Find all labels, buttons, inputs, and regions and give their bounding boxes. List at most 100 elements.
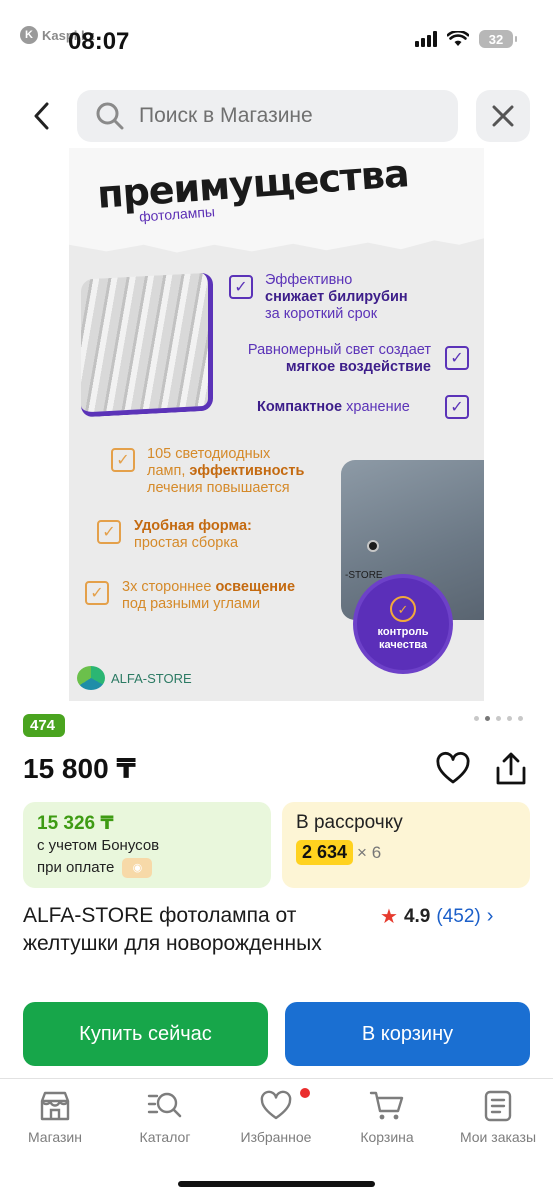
star-icon: ★ <box>380 906 398 928</box>
product-title: ALFA-STORE фотолампа от желтушки для нов… <box>23 904 322 955</box>
chevron-right-icon: › <box>486 905 494 927</box>
feature-3-bold: Компактное <box>257 399 343 415</box>
nav-item-cart[interactable]: Корзина <box>332 1089 442 1145</box>
feature-6-line-1b: освещение <box>215 579 296 595</box>
bonus-price: 15 326 ₸ <box>37 813 114 834</box>
badge-line-1: контроль <box>377 626 429 638</box>
status-time: 08:07 <box>68 28 130 55</box>
brand-leaf-icon <box>77 666 105 690</box>
heart-icon <box>260 1090 292 1120</box>
close-button[interactable] <box>476 90 530 142</box>
search-header <box>0 88 553 144</box>
bonus-line-1: с учетом Бонусов <box>37 837 160 854</box>
nav-item-favorites[interactable]: Избранное <box>221 1088 331 1145</box>
installment-times: × 6 <box>357 842 382 862</box>
back-button[interactable] <box>22 96 62 136</box>
installment-monthly: 2 634 <box>296 840 354 865</box>
product-image-carousel[interactable]: преимущества фотолампы ✓ Эффективно сниж… <box>69 148 484 701</box>
cart-icon <box>369 1091 404 1120</box>
feature-4: 105 светодиодных ламп, эффективность леч… <box>147 446 304 497</box>
carousel-dot[interactable] <box>507 716 512 721</box>
bonus-coin-icon: ◉ <box>122 858 153 879</box>
feature-4-line-2a: ламп, <box>147 463 186 479</box>
feature-5-line-1: Удобная форма: <box>134 518 252 534</box>
feature-1: Эффективно снижает билирубин за короткий… <box>265 272 408 323</box>
checkbox-icon: ✓ <box>111 448 135 472</box>
status-bar: K Kaspi.kz 08:07 32 <box>0 0 553 80</box>
feature-1-line-1: Эффективно <box>265 272 353 288</box>
brand-logo: ALFA-STORE <box>77 666 192 690</box>
product-price: 15 800 ₸ <box>23 753 136 784</box>
close-icon <box>492 105 514 127</box>
checkbox-icon: ✓ <box>97 520 121 544</box>
kaspi-logo-icon: K <box>20 26 38 44</box>
feature-4-line-3: лечения повышается <box>147 480 290 496</box>
feature-3-rest: хранение <box>346 399 410 415</box>
store-icon <box>40 1091 70 1121</box>
nav-label: Каталог <box>139 1129 191 1145</box>
points-value: 474 <box>30 717 56 734</box>
feature-6: 3х стороннее освещение под разными углам… <box>122 579 295 613</box>
chevron-left-icon <box>34 102 49 130</box>
share-icon <box>496 752 526 785</box>
feature-2-line-1: Равномерный свет создает <box>247 342 431 358</box>
checkbox-icon: ✓ <box>445 395 469 419</box>
search-input[interactable] <box>139 104 429 128</box>
lamp-panel-photo <box>81 272 213 418</box>
buy-now-button[interactable]: Купить сейчас <box>23 1002 268 1066</box>
bonus-points-badge: 474 <box>23 714 66 737</box>
bonus-price-card[interactable]: 15 326 ₸ с учетом Бонусов при оплате ◉ <box>23 802 271 888</box>
search-field[interactable] <box>77 90 458 142</box>
feature-2: Равномерный свет создает мягкое воздейст… <box>217 342 431 376</box>
device-knob <box>367 540 379 552</box>
installment-card[interactable]: В рассрочку 2 634 × 6 <box>282 802 530 888</box>
rating-score: 4.9 <box>403 905 431 927</box>
carousel-dot[interactable] <box>518 716 523 721</box>
carousel-dot[interactable] <box>474 716 479 721</box>
battery-icon: 32 <box>479 30 517 48</box>
search-icon <box>96 102 124 130</box>
orders-icon <box>484 1090 512 1122</box>
nav-label: Мои заказы <box>459 1129 537 1145</box>
feature-6-line-1a: 3х стороннее <box>122 579 212 595</box>
feature-5-line-2: простая сборка <box>134 535 239 551</box>
heart-icon <box>436 751 470 784</box>
catalog-search-icon <box>147 1092 182 1118</box>
status-icons: 32 <box>415 30 517 48</box>
checkbox-icon: ✓ <box>445 346 469 370</box>
feature-3: Компактное хранение <box>257 399 410 416</box>
nav-label: Избранное <box>240 1129 312 1145</box>
feature-4-line-2b: эффективность <box>189 463 305 479</box>
add-to-cart-button[interactable]: В корзину <box>285 1002 530 1066</box>
nav-item-orders[interactable]: Мои заказы <box>443 1089 553 1145</box>
rating-link[interactable]: ★ 4.9 (452) › <box>380 904 493 929</box>
nav-item-catalog[interactable]: Каталог <box>110 1089 220 1145</box>
favorite-button[interactable] <box>434 750 472 788</box>
nav-label: Магазин <box>27 1129 82 1145</box>
carousel-dot[interactable] <box>496 716 501 721</box>
feature-1-line-3: за короткий срок <box>265 306 378 322</box>
share-button[interactable] <box>494 750 528 788</box>
cellular-signal-icon <box>415 31 437 47</box>
checkbox-icon: ✓ <box>85 581 109 605</box>
review-count: (452) <box>436 905 481 927</box>
installment-label: В рассрочку <box>296 812 403 833</box>
device-tag: -STORE <box>345 570 383 581</box>
badge-line-2: качества <box>379 639 427 651</box>
checkbox-icon: ✓ <box>229 275 253 299</box>
notification-dot <box>300 1088 310 1098</box>
bonus-line-2: при оплате <box>37 859 115 876</box>
feature-4-line-1: 105 светодиодных <box>147 446 271 462</box>
feature-1-line-2: снижает билирубин <box>265 289 408 305</box>
quality-control-badge: ✓ контроль качества <box>357 578 449 670</box>
nav-item-store[interactable]: Магазин <box>0 1089 110 1145</box>
wifi-icon <box>447 31 469 46</box>
feature-6-line-2: под разными углами <box>122 596 261 612</box>
brand-name: ALFA-STORE <box>111 670 192 686</box>
carousel-dot[interactable] <box>485 716 490 721</box>
feature-2-line-2: мягкое воздействие <box>285 359 431 375</box>
nav-label: Корзина <box>360 1129 414 1145</box>
home-indicator <box>178 1181 375 1187</box>
carousel-indicator <box>474 716 523 721</box>
feature-5: Удобная форма: простая сборка <box>134 518 252 552</box>
